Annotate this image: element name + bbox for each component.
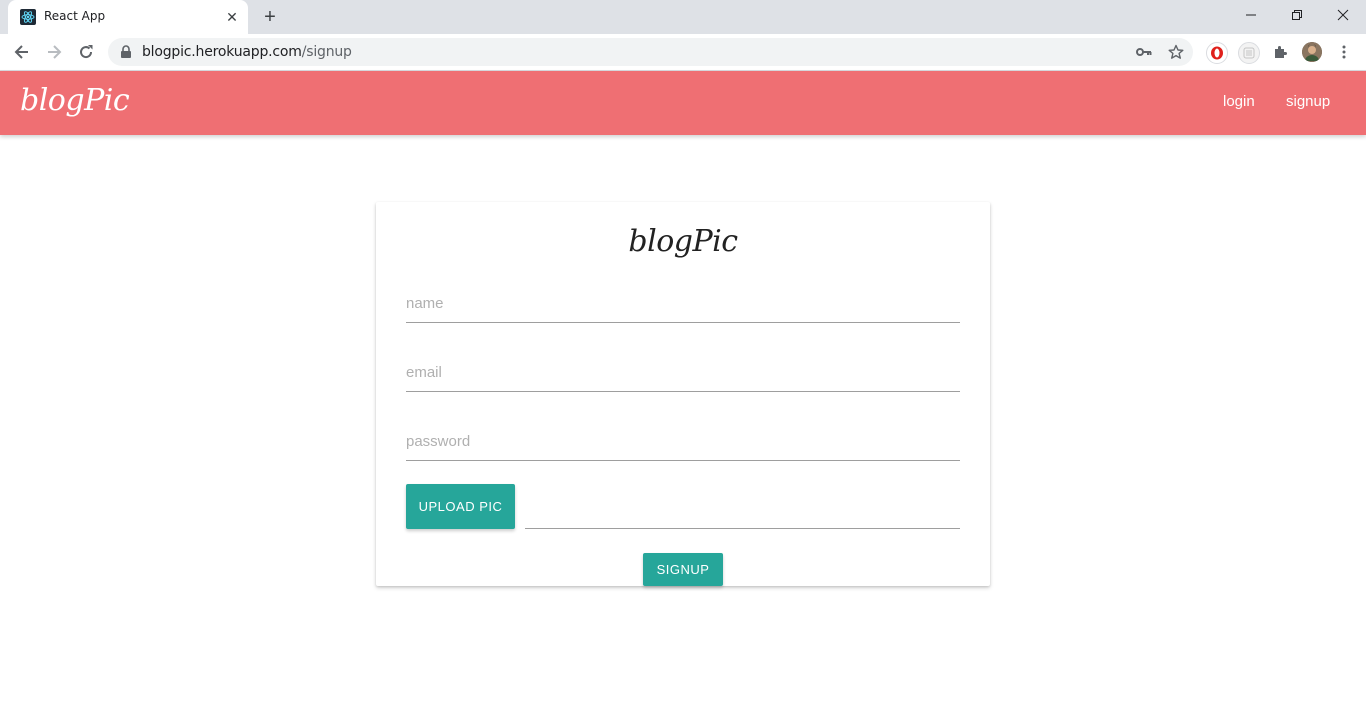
reload-icon[interactable] xyxy=(73,39,99,65)
brand-logo[interactable]: blogPic xyxy=(20,83,130,118)
browser-toolbar: blogpic.herokuapp.com/signup xyxy=(0,34,1366,71)
app-navbar: blogPic login signup xyxy=(0,71,1366,135)
file-path-field[interactable] xyxy=(525,496,960,529)
password-input[interactable] xyxy=(406,422,960,461)
browser-tab-strip: React App ✕ + xyxy=(0,0,1366,34)
email-input[interactable] xyxy=(406,353,960,392)
upload-pic-button[interactable]: UPLOAD PIC xyxy=(406,484,515,529)
browser-menu-icon[interactable] xyxy=(1334,42,1354,62)
tab-title: React App xyxy=(44,9,106,23)
card-title: blogPic xyxy=(628,224,738,259)
bookmark-star-icon[interactable] xyxy=(1167,43,1185,61)
restore-icon[interactable] xyxy=(1274,0,1320,30)
url-text: blogpic.herokuapp.com/signup xyxy=(142,44,352,60)
opera-extension-icon[interactable] xyxy=(1206,42,1228,64)
key-icon[interactable] xyxy=(1135,43,1153,61)
extension-icon[interactable] xyxy=(1238,42,1260,64)
address-bar[interactable]: blogpic.herokuapp.com/signup xyxy=(108,38,1193,66)
nav-link-signup[interactable]: signup xyxy=(1286,93,1330,110)
nav-link-login[interactable]: login xyxy=(1223,93,1255,110)
new-tab-icon[interactable]: + xyxy=(258,5,282,29)
react-favicon-icon xyxy=(20,9,36,25)
lock-icon xyxy=(121,45,131,58)
signup-card: blogPic UPLOAD PIC SIGNUP xyxy=(376,202,990,586)
profile-avatar-icon[interactable] xyxy=(1302,42,1322,62)
back-icon[interactable] xyxy=(9,39,35,65)
tab-close-icon[interactable]: ✕ xyxy=(224,9,240,25)
extensions-puzzle-icon[interactable] xyxy=(1270,42,1290,62)
window-close-icon[interactable] xyxy=(1320,0,1366,30)
name-input[interactable] xyxy=(406,284,960,323)
minimize-icon[interactable] xyxy=(1228,0,1274,30)
forward-icon[interactable] xyxy=(41,39,67,65)
signup-button[interactable]: SIGNUP xyxy=(643,553,723,586)
browser-tab[interactable]: React App ✕ xyxy=(8,0,248,34)
